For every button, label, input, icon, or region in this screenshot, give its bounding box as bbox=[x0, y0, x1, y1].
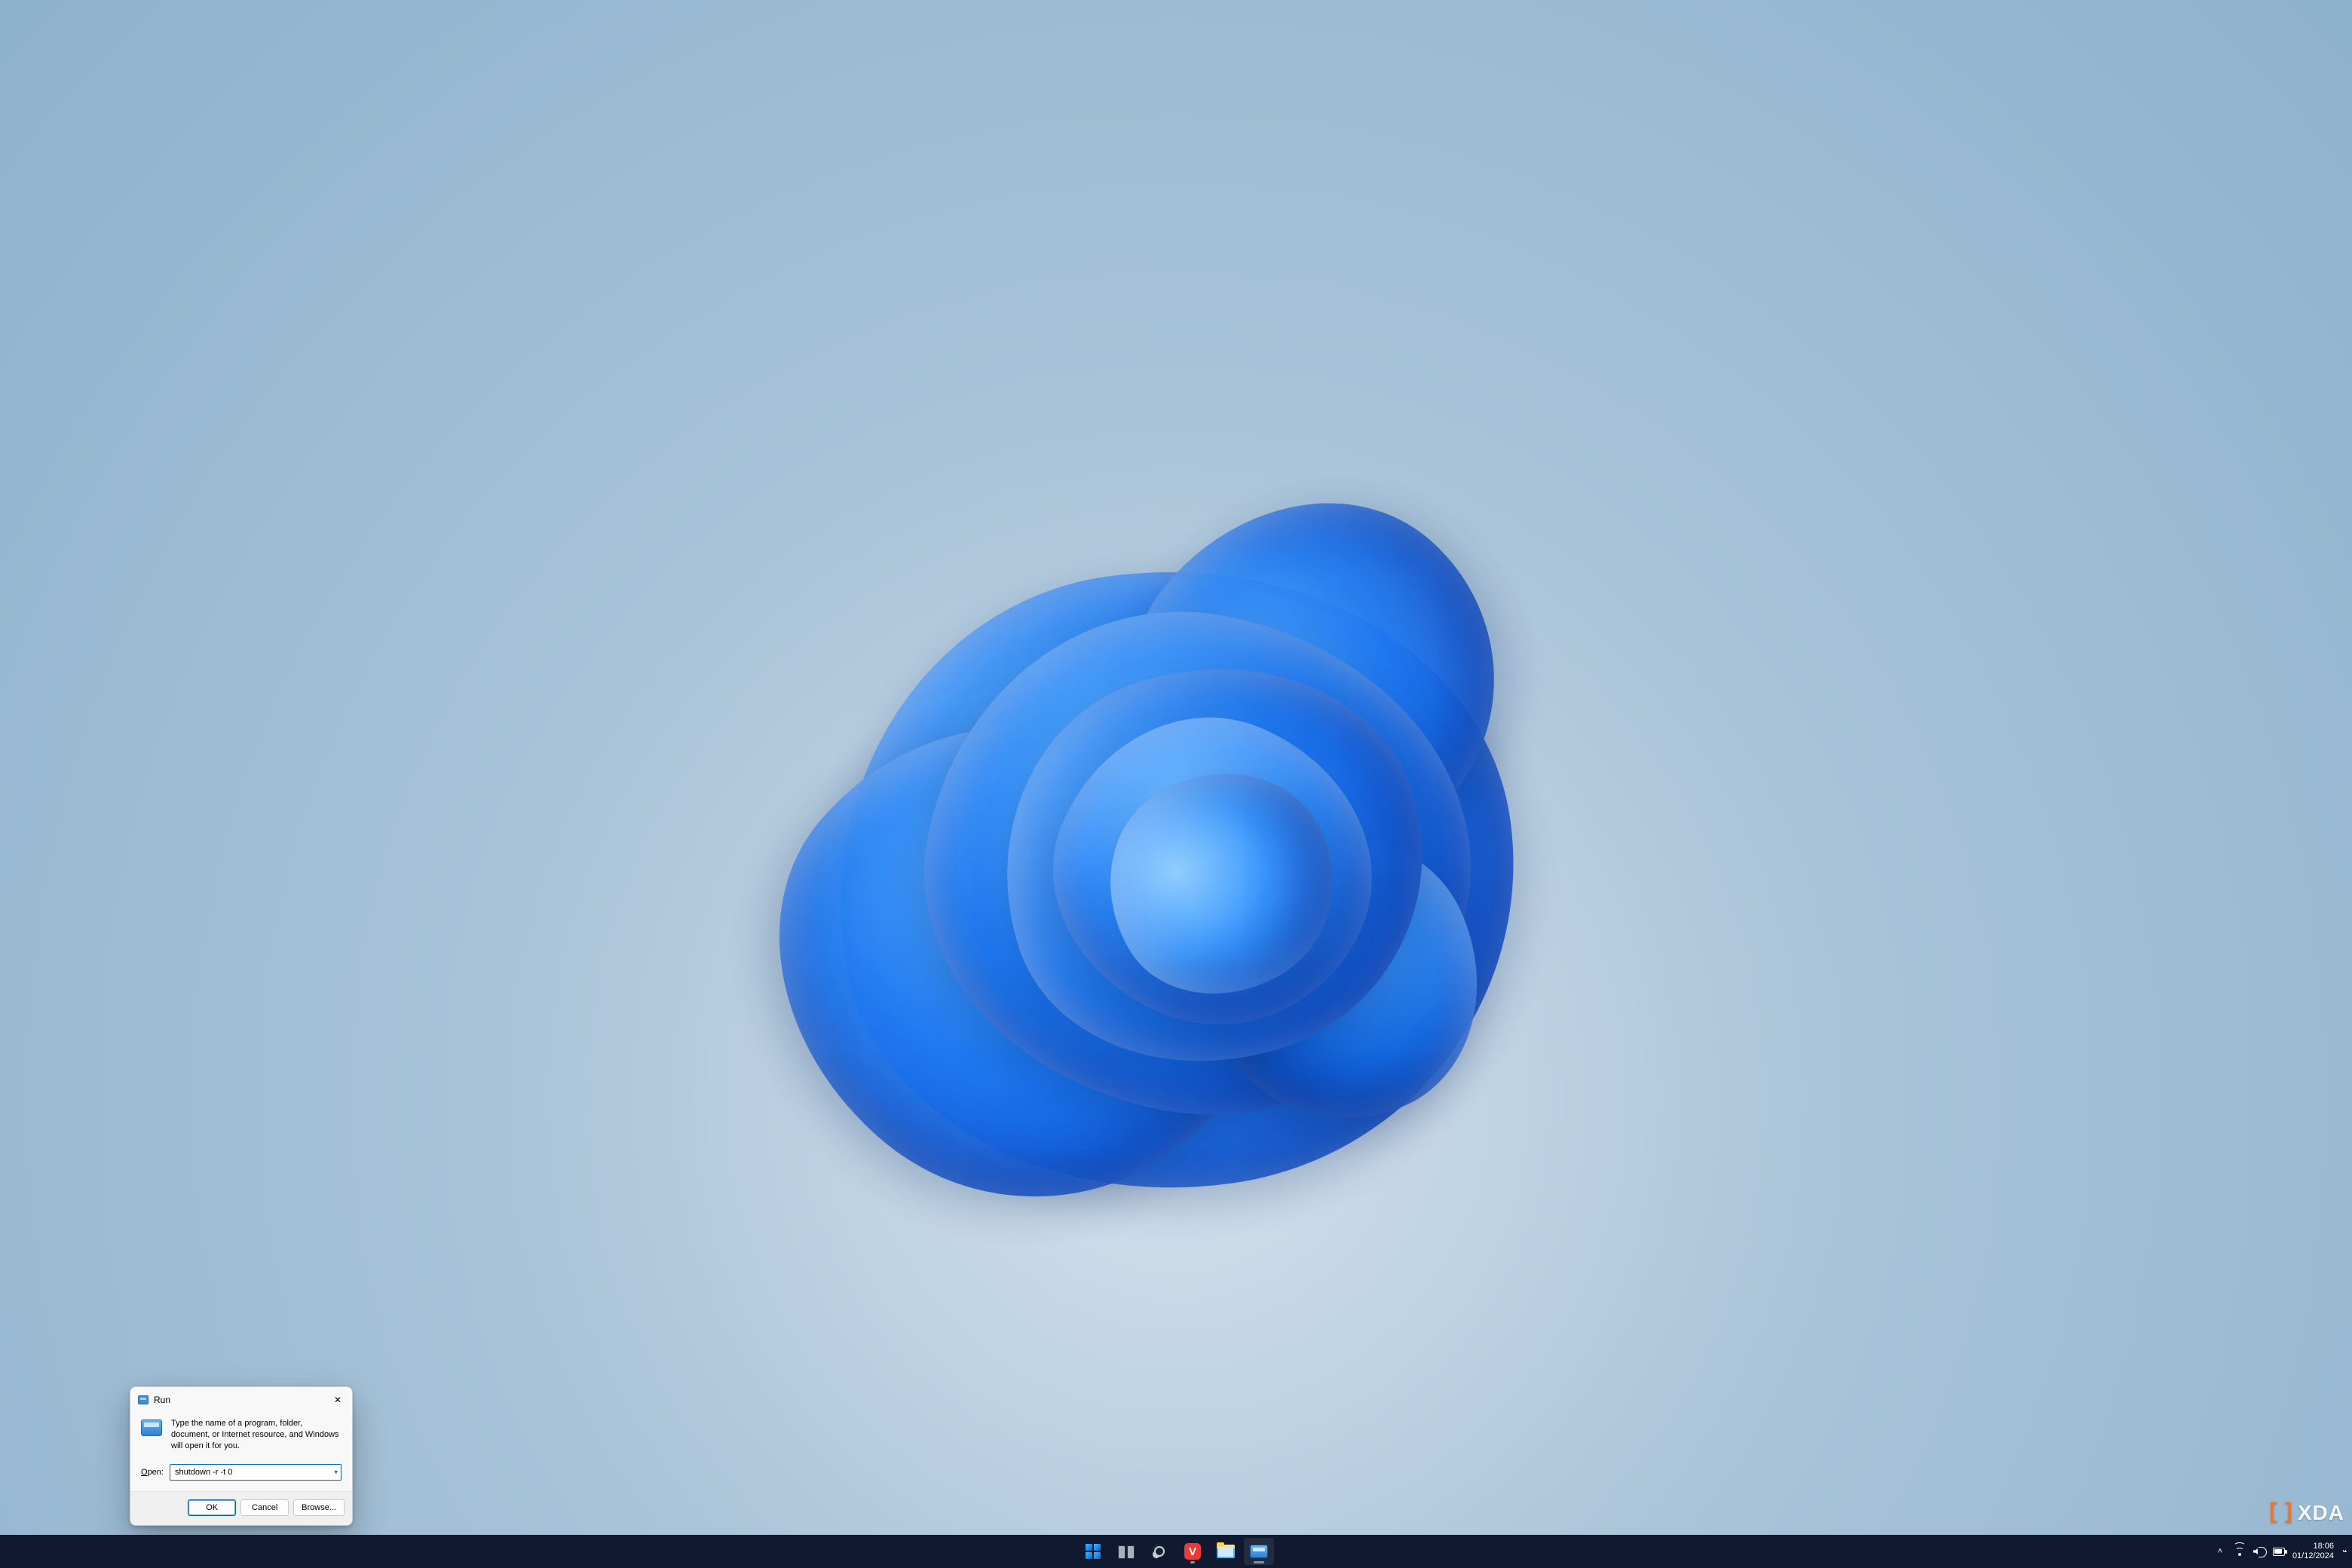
battery-icon bbox=[2273, 1548, 2285, 1556]
file-explorer-icon bbox=[1217, 1545, 1235, 1558]
windows-logo-icon bbox=[1086, 1544, 1101, 1559]
volume-icon bbox=[2253, 1546, 2265, 1557]
task-view-button[interactable] bbox=[1111, 1538, 1141, 1565]
tray-date: 01/12/2024 bbox=[2292, 1551, 2334, 1561]
run-dialog-icon bbox=[138, 1395, 149, 1404]
wifi-button[interactable] bbox=[2234, 1547, 2246, 1556]
browse-button[interactable]: Browse... bbox=[293, 1499, 345, 1516]
tray-time: 18:06 bbox=[2292, 1542, 2334, 1551]
tray-overflow-button[interactable]: ˄ bbox=[2214, 1547, 2226, 1556]
bracket-icon: [ ] bbox=[2270, 1499, 2293, 1524]
battery-button[interactable] bbox=[2273, 1548, 2285, 1556]
volume-button[interactable] bbox=[2253, 1546, 2265, 1557]
run-description: Type the name of a program, folder, docu… bbox=[171, 1418, 341, 1452]
wifi-icon bbox=[2234, 1547, 2246, 1556]
chevron-down-icon[interactable]: ▾ bbox=[334, 1468, 338, 1477]
open-label: Open: bbox=[141, 1468, 164, 1477]
run-large-icon bbox=[141, 1419, 162, 1436]
steam-icon bbox=[1151, 1543, 1168, 1560]
vivaldi-icon: V bbox=[1184, 1543, 1201, 1560]
taskbar-app-vivaldi[interactable]: V bbox=[1178, 1538, 1208, 1565]
taskbar: V ˄ 18:06 01/12/2024 bbox=[0, 1535, 2352, 1568]
open-combobox[interactable]: ▾ bbox=[170, 1464, 341, 1481]
chevron-up-icon: ˄ bbox=[2214, 1547, 2226, 1556]
cancel-button[interactable]: Cancel bbox=[240, 1499, 289, 1516]
taskbar-center: V bbox=[1078, 1538, 1274, 1565]
taskbar-app-steam[interactable] bbox=[1144, 1538, 1174, 1565]
close-icon: ✕ bbox=[334, 1395, 341, 1404]
taskbar-app-run[interactable] bbox=[1244, 1538, 1274, 1565]
wallpaper-bloom bbox=[686, 419, 1666, 1399]
clock-button[interactable]: 18:06 01/12/2024 bbox=[2292, 1542, 2334, 1560]
open-input[interactable] bbox=[175, 1468, 326, 1477]
run-dialog: Run ✕ Type the name of a program, folder… bbox=[130, 1386, 353, 1526]
run-titlebar[interactable]: Run ✕ bbox=[130, 1387, 352, 1413]
ok-button[interactable]: OK bbox=[188, 1499, 236, 1516]
close-button[interactable]: ✕ bbox=[329, 1392, 346, 1408]
taskbar-app-file-explorer[interactable] bbox=[1211, 1538, 1241, 1565]
run-taskbar-icon bbox=[1250, 1545, 1268, 1558]
xda-watermark: [ ] XDA bbox=[2270, 1500, 2344, 1526]
task-view-icon bbox=[1118, 1545, 1135, 1557]
system-tray: ˄ 18:06 01/12/2024 bbox=[2214, 1535, 2347, 1568]
watermark-text: XDA bbox=[2298, 1501, 2344, 1525]
run-title: Run bbox=[154, 1395, 170, 1405]
start-button[interactable] bbox=[1078, 1538, 1108, 1565]
